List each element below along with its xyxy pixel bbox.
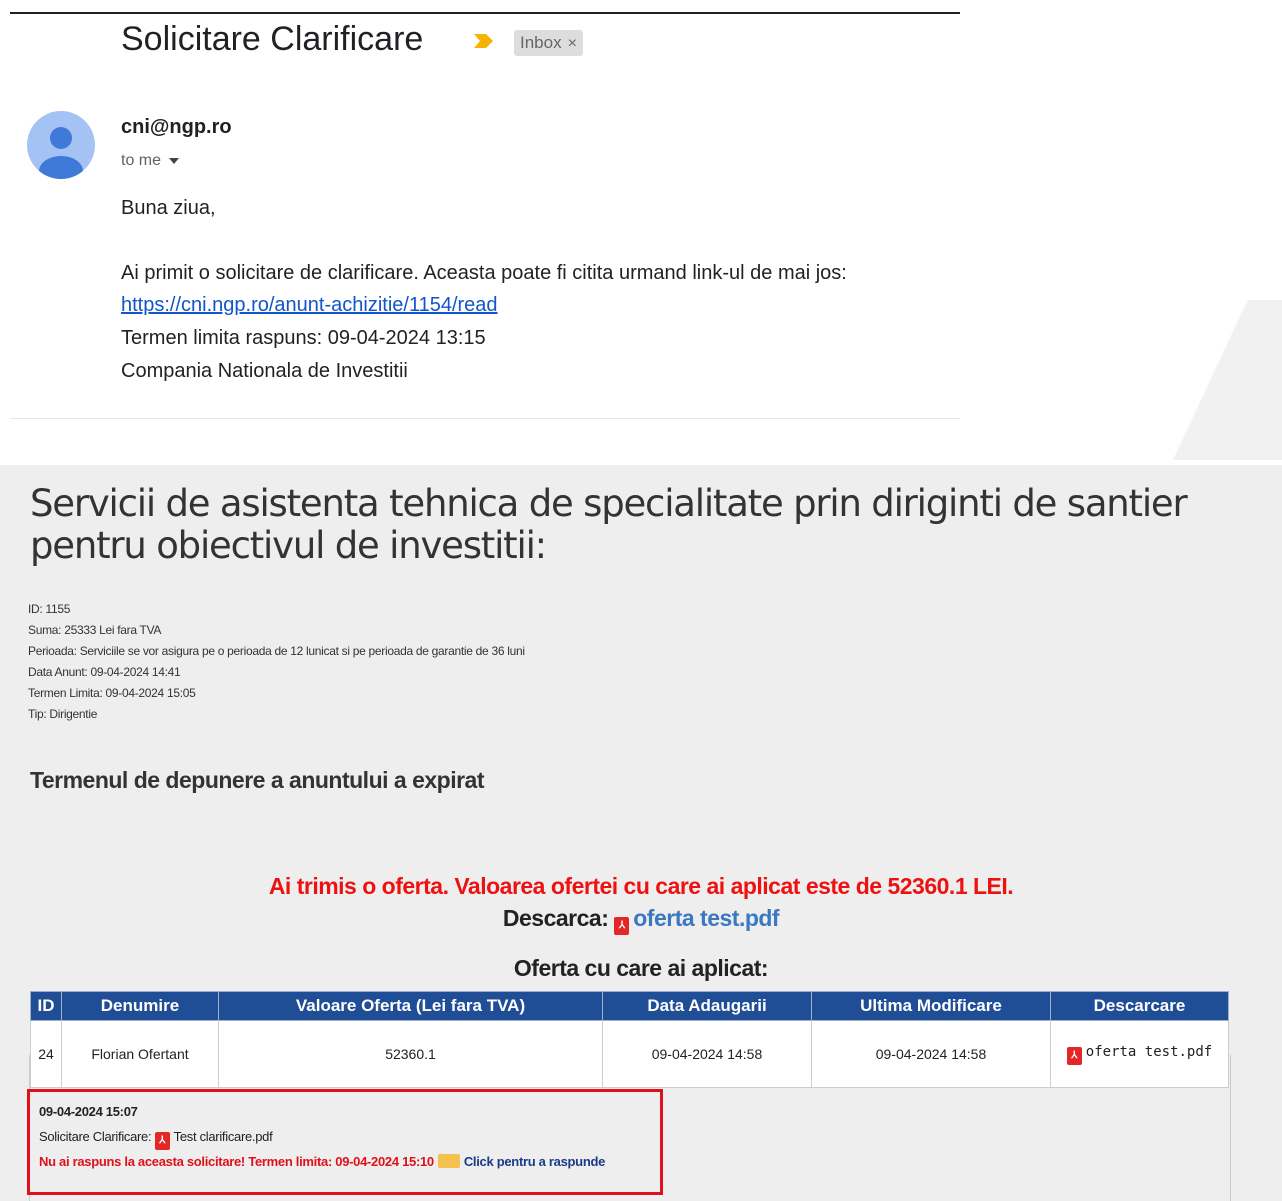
announcement-title: Servicii de asistenta tehnica de special… [30,482,1188,567]
remove-label-icon[interactable]: × [568,35,577,52]
clarification-file-link[interactable]: Test clarificare.pdf [174,1129,273,1144]
reply-icon[interactable] [437,1154,460,1168]
download-label: Descarca: [502,905,609,931]
cell-download: ⅄ oferta test.pdf [1050,1020,1229,1088]
col-modified: Ultima Modificare [811,991,1051,1021]
meta-id: ID: 1155 [28,602,71,616]
email-signature: Compania Nationala de Investitii [121,360,408,382]
table-header-row: ID Denumire Valoare Oferta (Lei fara TVA… [30,991,1229,1021]
inbox-label-text: Inbox [520,33,562,52]
reply-link[interactable]: Click pentru a raspunde [464,1154,606,1169]
pdf-icon: ⅄ [154,1132,170,1150]
email-greeting: Buna ziua, [121,197,216,219]
col-download: Descarcare [1050,991,1229,1021]
clarification-label: Solicitare Clarificare: [39,1129,152,1144]
table-row: 24 Florian Ofertant 52360.1 09-04-2024 1… [30,1020,1229,1088]
background-decoration [1150,300,1282,460]
cell-id: 24 [30,1020,62,1088]
email-line: Ai primit o solicitare de clarificare. A… [121,262,847,284]
email-divider [10,418,960,419]
meta-date: Data Anunt: 09-04-2024 14:41 [28,665,181,679]
announcement-meta: ID: 1155 Suma: 25333 Lei fara TVA Perioa… [28,599,525,725]
sender-address: cni@ngp.ro [121,116,232,138]
table-download-link[interactable]: oferta test.pdf [1086,1044,1212,1060]
col-name: Denumire [61,991,219,1021]
expired-notice: Termenul de depunere a anuntului a expir… [30,767,485,793]
pdf-icon: ⅄ [1066,1047,1082,1065]
cell-added: 09-04-2024 14:58 [602,1020,812,1088]
cell-name: Florian Ofertant [61,1020,219,1088]
clarification-file-line: Solicitare Clarificare: ⅄ Test clarificar… [39,1129,273,1150]
col-id: ID [30,991,62,1021]
clarification-warning-line: Nu ai raspuns la aceasta solicitare! Ter… [39,1154,605,1169]
meta-type: Tip: Dirigentie [28,707,98,721]
read-link[interactable]: https://cni.ngp.ro/anunt-achizitie/1154/… [121,290,498,320]
pdf-icon: ⅄ [614,917,630,935]
chevron-down-icon [169,157,180,164]
top-divider [10,12,960,14]
avatar-icon [27,111,95,179]
cell-modified: 09-04-2024 14:58 [811,1020,1051,1088]
clarification-box: 09-04-2024 15:07 Solicitare Clarificare:… [27,1089,663,1195]
offer-download-link[interactable]: oferta test.pdf [633,905,779,931]
clarification-date: 09-04-2024 15:07 [39,1104,138,1119]
clarification-warning: Nu ai raspuns la aceasta solicitare! Ter… [39,1154,434,1169]
meta-deadline: Termen Limita: 09-04-2024 15:05 [28,686,196,700]
col-added: Data Adaugarii [602,991,812,1021]
email-subject: Solicitare Clarificare [121,20,424,58]
inbox-label[interactable]: Inbox × [514,30,583,56]
offer-table: ID Denumire Valoare Oferta (Lei fara TVA… [30,991,1229,1088]
recipient-text: to me [121,152,162,169]
cell-value: 52360.1 [218,1020,603,1088]
sent-offer-message: Ai trimis o oferta. Valoarea ofertei cu … [268,873,1014,899]
meta-amount: Suma: 25333 Lei fara TVA [28,623,162,637]
email-deadline: Termen limita raspuns: 09-04-2024 13:15 [121,327,486,349]
download-line: Descarca: ⅄ oferta test.pdf [0,905,1282,935]
meta-period: Perioada: Serviciile se vor asigura pe o… [28,644,525,658]
email-panel: Solicitare Clarificare Inbox × cni@ngp.ro… [0,0,960,420]
recipient-dropdown[interactable]: to me [121,152,180,170]
importance-marker-icon[interactable] [472,33,494,49]
offer-heading: Oferta cu care ai aplicat: [513,955,769,981]
announcement-page: Servicii de asistenta tehnica de special… [0,465,1282,1201]
col-value: Valoare Oferta (Lei fara TVA) [218,991,603,1021]
